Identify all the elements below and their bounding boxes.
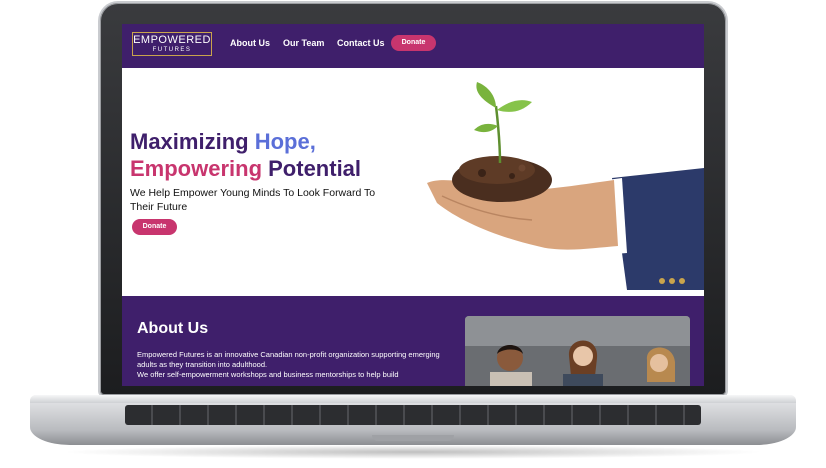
about-title: About Us — [137, 320, 209, 337]
laptop-base — [30, 395, 796, 445]
site-logo[interactable]: EMPOWERED FUTURES — [132, 32, 212, 56]
hero-headline-line1: Maximizing Hope, — [130, 128, 361, 155]
nav-contact-us[interactable]: Contact Us — [337, 38, 385, 48]
hero-headline-potential: Potential — [262, 156, 362, 181]
people-photo-icon — [465, 316, 690, 386]
laptop-notch — [372, 435, 454, 441]
laptop-keyboard — [125, 405, 701, 425]
hero-headline: Maximizing Hope, Empowering Potential — [130, 128, 361, 182]
about-body: Empowered Futures is an innovative Canad… — [137, 350, 447, 380]
logo-wordmark: EMPOWERED — [133, 34, 211, 46]
hero-donate-button[interactable]: Donate — [132, 219, 177, 235]
hero-headline-empowering: Empowering — [130, 156, 263, 181]
laptop-screen: EMPOWERED FUTURES About Us Our Team Cont… — [122, 24, 704, 386]
nav-our-team[interactable]: Our Team — [283, 38, 324, 48]
logo-tagline: FUTURES — [152, 47, 192, 53]
about-section: About Us Empowered Futures is an innovat… — [122, 296, 704, 386]
nav-donate-button[interactable]: Donate — [391, 35, 436, 51]
site-navbar: EMPOWERED FUTURES About Us Our Team Cont… — [122, 24, 704, 68]
about-body-paragraph-2: We offer self-empowerment workshops and … — [137, 370, 399, 379]
hero-headline-maximizing: Maximizing — [130, 129, 255, 154]
about-team-photo — [465, 316, 690, 386]
about-body-paragraph-1: Empowered Futures is an innovative Canad… — [137, 350, 440, 369]
hero-section: Maximizing Hope, Empowering Potential We… — [122, 68, 704, 296]
hero-headline-line2: Empowering Potential — [130, 155, 361, 182]
hero-headline-hope: Hope, — [254, 129, 316, 154]
hero-subheading: We Help Empower Young Minds To Look Forw… — [130, 187, 376, 213]
laptop-shadow — [60, 445, 766, 459]
seedling-in-hand-icon — [427, 82, 704, 290]
nav-about-us[interactable]: About Us — [230, 38, 270, 48]
laptop-base-rim — [30, 395, 796, 403]
